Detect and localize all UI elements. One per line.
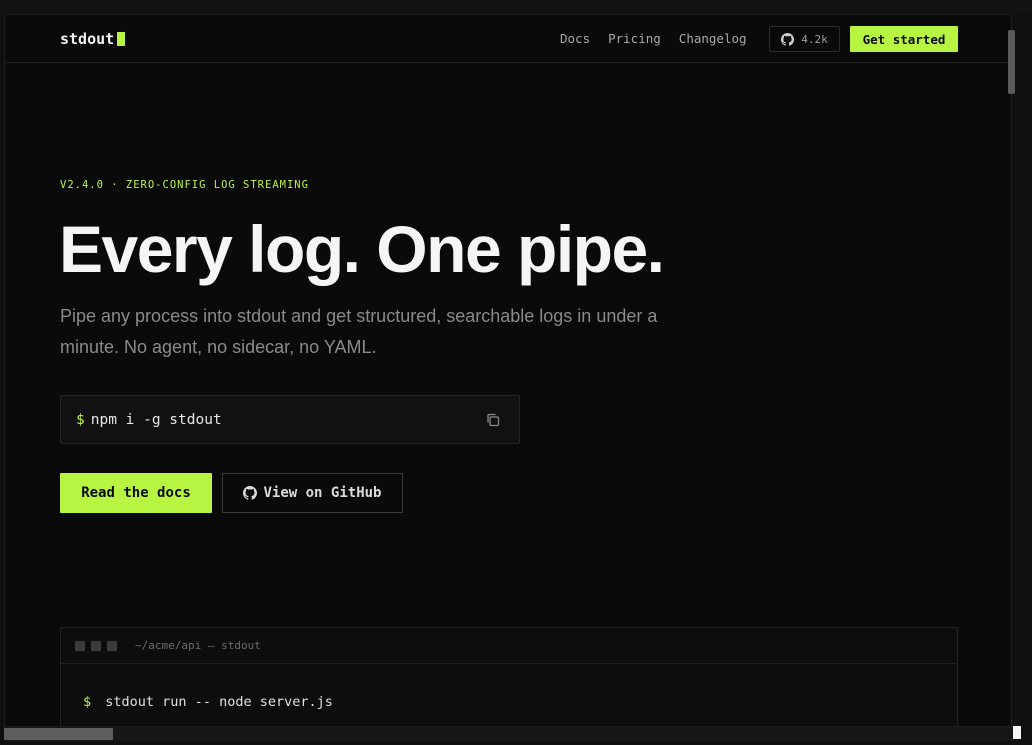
scrollbar-corner [1013, 726, 1021, 739]
terminal-header: ~/acme/api — stdout [61, 628, 957, 664]
get-started-button[interactable]: Get started [850, 26, 958, 52]
install-command: npm i -g stdout [90, 411, 222, 428]
nav-link-pricing[interactable]: Pricing [608, 31, 661, 46]
read-docs-button[interactable]: Read the docs [60, 473, 212, 513]
logo-text: stdout [60, 30, 115, 48]
version-eyebrow: V2.4.0 · ZERO-CONFIG LOG STREAMING [60, 179, 309, 191]
nav-link-changelog[interactable]: Changelog [679, 31, 747, 46]
terminal-command: stdout run -- node server.js [105, 694, 333, 710]
hero-subtitle: Pipe any process into stdout and get str… [60, 306, 658, 357]
github-icon [243, 486, 258, 500]
view-github-button[interactable]: View on GitHub [222, 473, 403, 513]
window-dot-icon [107, 640, 117, 651]
logo[interactable]: stdout [60, 30, 126, 48]
github-star-count: 4.2k [801, 32, 828, 46]
terminal-command-line: $ stdout run -- node server.js [83, 694, 333, 710]
install-prompt: $ [76, 411, 85, 428]
copy-icon[interactable] [485, 412, 501, 428]
horizontal-scrollbar-thumb[interactable] [4, 728, 113, 740]
top-nav: stdout Docs Pricing Changelog 4.2k Get s… [5, 15, 1011, 63]
github-stars-button[interactable]: 4.2k [769, 26, 840, 52]
terminal-preview: ~/acme/api — stdout $ stdout run -- node… [60, 627, 958, 726]
window-dot-icon [91, 640, 101, 651]
window-dot-icon [75, 640, 85, 651]
vertical-scrollbar-thumb[interactable] [1008, 30, 1015, 94]
terminal-title: ~/acme/api — stdout [135, 639, 261, 652]
page-title: Every log. One pipe. [59, 212, 665, 286]
nav-links: Docs Pricing Changelog [560, 31, 747, 46]
github-icon [781, 32, 795, 46]
cursor-block-icon [117, 32, 126, 46]
terminal-prompt: $ [83, 694, 92, 710]
horizontal-scrollbar-track[interactable] [4, 727, 1012, 741]
install-command-box: $ npm i -g stdout [60, 395, 520, 444]
window-top-strip [0, 0, 1032, 14]
nav-link-docs[interactable]: Docs [560, 31, 590, 46]
view-github-label: View on GitHub [263, 485, 382, 501]
browser-viewport: stdout Docs Pricing Changelog 4.2k Get s… [4, 14, 1012, 727]
